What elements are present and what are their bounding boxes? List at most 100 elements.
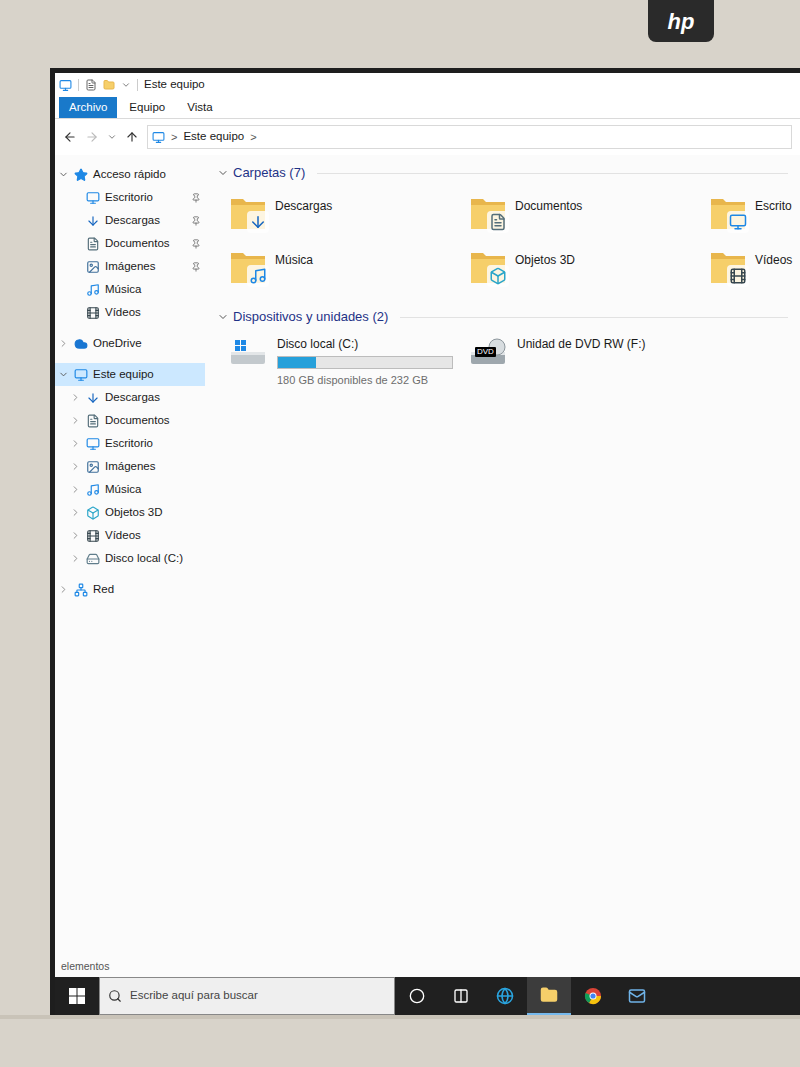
back-icon[interactable] [63, 130, 77, 144]
sidebar-item[interactable]: Música [55, 478, 205, 501]
sidebar-item[interactable]: Acceso rápido [55, 163, 205, 186]
pin-icon[interactable] [191, 262, 201, 272]
brand-logo: hp [648, 0, 714, 42]
sidebar-item[interactable]: Música [55, 278, 205, 301]
music-icon [86, 483, 100, 497]
collapse-icon[interactable] [58, 169, 69, 180]
desktop-icon [729, 213, 747, 231]
customize-icon[interactable] [121, 80, 131, 90]
folder-tile[interactable]: Escrito [709, 193, 800, 247]
taskbar-app[interactable] [571, 977, 615, 1015]
properties-icon[interactable] [85, 79, 97, 91]
address-bar[interactable]: > Este equipo > [147, 125, 792, 149]
sidebar-label: Red [91, 581, 201, 598]
sidebar-label: Documentos [103, 235, 191, 252]
recent-icon[interactable] [107, 132, 117, 142]
computer-icon [152, 131, 165, 144]
sidebar-item[interactable]: Escritorio [55, 186, 205, 209]
ribbon-tab[interactable]: Archivo [59, 97, 117, 118]
sidebar-item[interactable]: Documentos [55, 409, 205, 432]
video-icon [86, 529, 100, 543]
sidebar-item[interactable]: Documentos [55, 232, 205, 255]
pin-icon[interactable] [191, 193, 201, 203]
sidebar-section: OneDrive [55, 332, 205, 355]
download-icon [86, 391, 100, 405]
sidebar-item[interactable]: Vídeos [55, 524, 205, 547]
breadcrumb-separator[interactable]: > [250, 129, 256, 146]
cube-icon [86, 506, 100, 520]
sidebar-item[interactable]: Vídeos [55, 301, 205, 324]
sidebar-item[interactable]: Objetos 3D [55, 501, 205, 524]
taskbar-app[interactable] [395, 977, 439, 1015]
status-text: elementos [61, 959, 109, 975]
expand-icon[interactable] [70, 530, 81, 541]
sidebar-item[interactable]: Imágenes [55, 455, 205, 478]
folder-icon [709, 193, 747, 233]
collapse-icon[interactable] [58, 369, 69, 380]
expand-icon[interactable] [58, 338, 69, 349]
ribbon-tab[interactable]: Equipo [119, 97, 175, 118]
drive-grid: Disco local (C:)180 GB disponibles de 23… [217, 329, 800, 389]
sidebar-item[interactable]: Red [55, 578, 205, 601]
file-explorer-icon [540, 986, 558, 1004]
sidebar-item[interactable]: Imágenes [55, 255, 205, 278]
sidebar-item[interactable]: Descargas [55, 209, 205, 232]
search-box[interactable]: Escribe aquí para buscar [99, 977, 395, 1015]
screen: Este equipoArchivoEquipoVista>Este equip… [50, 68, 800, 1015]
navigation-bar: > Este equipo > [55, 119, 800, 155]
monitor-top-bezel: hp [0, 0, 800, 68]
sidebar-item[interactable]: Escritorio [55, 432, 205, 455]
expand-icon[interactable] [70, 415, 81, 426]
window-title: Este equipo [144, 76, 205, 93]
up-icon[interactable] [125, 130, 139, 144]
pin-icon[interactable] [191, 239, 201, 249]
folder-tile[interactable]: Vídeos [709, 247, 800, 301]
folder-tile[interactable]: Documentos [469, 193, 709, 247]
expand-icon[interactable] [70, 392, 81, 403]
expand-icon[interactable] [70, 461, 81, 472]
forward-icon[interactable] [85, 130, 99, 144]
mail-icon [628, 987, 646, 1005]
sidebar-item[interactable]: OneDrive [55, 332, 205, 355]
taskbar-app[interactable] [483, 977, 527, 1015]
sidebar-label: OneDrive [91, 335, 201, 352]
sidebar-item[interactable]: Descargas [55, 386, 205, 409]
taskbar-app[interactable] [615, 977, 659, 1015]
sidebar-item[interactable]: Disco local (C:) [55, 547, 205, 570]
drive-tile[interactable]: DVDUnidad de DVD RW (F:) [469, 335, 709, 389]
computer-icon [74, 368, 88, 382]
expand-icon[interactable] [58, 584, 69, 595]
sidebar-label: Disco local (C:) [103, 550, 201, 567]
collapse-icon[interactable] [217, 167, 229, 179]
new-folder-icon[interactable] [103, 79, 115, 91]
taskbar-app[interactable] [527, 977, 571, 1015]
collapse-icon[interactable] [217, 311, 229, 323]
desktop-icon [86, 191, 100, 205]
group-header[interactable]: Dispositivos y unidades (2) [217, 305, 800, 329]
breadcrumb[interactable]: Este equipo [183, 128, 244, 145]
drive-tile[interactable]: Disco local (C:)180 GB disponibles de 23… [229, 335, 469, 389]
expand-icon[interactable] [70, 553, 81, 564]
explorer-body: Acceso rápidoEscritorioDescargasDocument… [55, 155, 800, 957]
expand-icon[interactable] [70, 507, 81, 518]
sidebar-label: Acceso rápido [91, 166, 201, 183]
expand-icon[interactable] [70, 484, 81, 495]
folder-tile[interactable]: Objetos 3D [469, 247, 709, 301]
taskbar-app[interactable] [439, 977, 483, 1015]
folder-tile[interactable]: Música [229, 247, 469, 301]
group-header[interactable]: Carpetas (7) [217, 161, 800, 185]
sidebar-item[interactable]: Este equipo [55, 363, 205, 386]
music-icon [249, 267, 267, 285]
pin-icon[interactable] [191, 216, 201, 226]
start-button[interactable] [55, 977, 99, 1015]
folder-icon [709, 247, 747, 287]
expand-icon[interactable] [70, 438, 81, 449]
sidebar-label: Documentos [103, 412, 201, 429]
breadcrumb-separator[interactable]: > [171, 129, 177, 146]
sidebar-label: Imágenes [103, 458, 201, 475]
drive-detail: 180 GB disponibles de 232 GB [277, 372, 453, 389]
ribbon-tabs: ArchivoEquipoVista [55, 97, 800, 119]
ribbon-tab[interactable]: Vista [177, 97, 222, 118]
folder-tile[interactable]: Descargas [229, 193, 469, 247]
sidebar-label: Música [103, 481, 201, 498]
